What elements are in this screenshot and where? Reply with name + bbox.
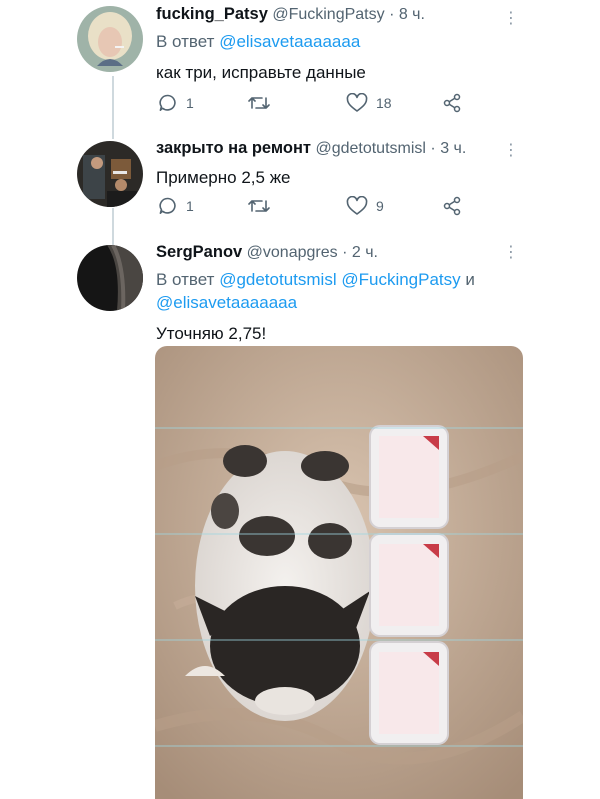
- tweet-header: закрыто на ремонт @gdetotutsmisl · 3 ч.: [156, 138, 530, 159]
- retweet-button[interactable]: [247, 93, 271, 113]
- reply-joiner: и: [465, 270, 475, 289]
- reply-icon: [158, 93, 178, 113]
- tweet-actions: 1 9: [158, 196, 478, 220]
- retweet-icon: [247, 196, 271, 216]
- timestamp[interactable]: · 8 ч.: [389, 6, 425, 23]
- reply-label: В ответ: [156, 270, 215, 289]
- tweet-text: Уточняю 2,75!: [156, 324, 267, 343]
- mention-link[interactable]: @elisavetaaaaaaa: [156, 293, 297, 312]
- pill-packs: [369, 425, 449, 745]
- timestamp[interactable]: · 2 ч.: [342, 244, 378, 261]
- reply-icon: [158, 196, 178, 216]
- mention-link[interactable]: @gdetotutsmisl: [219, 270, 336, 289]
- reply-context: В ответ @elisavetaaaaaaa: [156, 30, 530, 53]
- like-button[interactable]: 18: [346, 93, 392, 113]
- avatar[interactable]: [77, 245, 143, 311]
- share-icon: [442, 196, 462, 216]
- avatar[interactable]: [77, 6, 143, 72]
- more-icon[interactable]: ⋮: [503, 242, 519, 262]
- tweet-actions: 1 18: [158, 93, 478, 117]
- author-name[interactable]: fucking_Patsy: [156, 5, 268, 23]
- share-button[interactable]: [442, 93, 462, 113]
- heart-icon: [346, 93, 368, 113]
- tweet-header: fucking_Patsy @FuckingPatsy · 8 ч.: [156, 4, 530, 25]
- more-icon[interactable]: ⋮: [503, 8, 519, 28]
- reply-button[interactable]: 1: [158, 196, 194, 216]
- like-count: 18: [376, 95, 392, 111]
- reply-count: 1: [186, 95, 194, 111]
- author-name[interactable]: закрыто на ремонт: [156, 139, 311, 157]
- author-handle[interactable]: @gdetotutsmisl: [315, 140, 426, 157]
- reply-label: В ответ: [156, 32, 215, 51]
- author-handle[interactable]: @vonapgres: [247, 244, 338, 261]
- tweet-header: SergPanov @vonapgres · 2 ч.: [156, 242, 530, 263]
- like-button[interactable]: 9: [346, 196, 384, 216]
- like-count: 9: [376, 198, 384, 214]
- tweet[interactable]: закрыто на ремонт @gdetotutsmisl · 3 ч. …: [0, 130, 600, 230]
- avatar[interactable]: [77, 141, 143, 207]
- tweet-photo[interactable]: [155, 346, 523, 799]
- mention-link[interactable]: @elisavetaaaaaaa: [219, 32, 360, 51]
- author-name[interactable]: SergPanov: [156, 243, 242, 261]
- heart-icon: [346, 196, 368, 216]
- retweet-button[interactable]: [247, 196, 271, 216]
- more-icon[interactable]: ⋮: [503, 140, 519, 160]
- reply-context: В ответ @gdetotutsmisl @FuckingPatsy и @…: [156, 268, 530, 314]
- share-button[interactable]: [442, 196, 462, 216]
- tweet[interactable]: fucking_Patsy @FuckingPatsy · 8 ч. В отв…: [0, 0, 600, 130]
- share-icon: [442, 93, 462, 113]
- retweet-icon: [247, 93, 271, 113]
- tweet-text: Примерно 2,5 же: [156, 168, 291, 187]
- mention-link[interactable]: @FuckingPatsy: [341, 270, 460, 289]
- reply-button[interactable]: 1: [158, 93, 194, 113]
- tweet-text: как три, исправьте данные: [156, 63, 366, 82]
- author-handle[interactable]: @FuckingPatsy: [272, 6, 384, 23]
- reply-count: 1: [186, 198, 194, 214]
- timestamp[interactable]: · 3 ч.: [430, 140, 466, 157]
